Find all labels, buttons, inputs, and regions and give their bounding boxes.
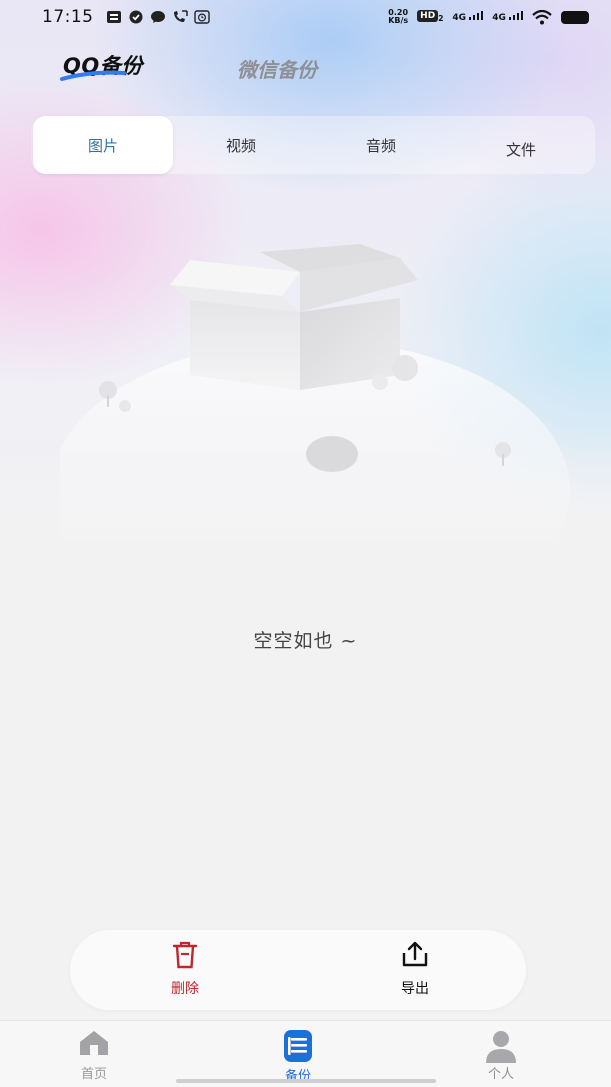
status-time: 17:15	[42, 7, 94, 27]
active-tab-underline	[60, 70, 126, 81]
empty-state-message: 空空如也 ~	[253, 630, 358, 652]
hd-badge: HD	[417, 10, 439, 23]
export-icon	[402, 941, 428, 967]
nav-home[interactable]: 首页	[54, 1029, 134, 1082]
status-bar: 17:15 0.20 KB/s HD 2 4G 4G	[0, 0, 611, 34]
backup-icon	[284, 1030, 312, 1062]
status-system-icons: 0.20 KB/s HD 2 4G 4G	[388, 9, 589, 25]
message-icon	[150, 11, 165, 23]
battery-icon	[561, 10, 589, 24]
tab-files-label: 文件	[505, 140, 536, 159]
tab-videos[interactable]: 视频	[191, 116, 291, 174]
tab-videos-label: 视频	[225, 136, 256, 155]
tab-audio[interactable]: 音频	[331, 116, 431, 174]
export-label: 导出	[401, 981, 429, 997]
tab-images-label: 图片	[87, 136, 118, 155]
status-notification-icons	[106, 10, 210, 24]
signal-icon	[469, 11, 484, 20]
nav-backup[interactable]: 备份	[258, 1029, 338, 1084]
tab-audio-label: 音频	[365, 136, 396, 155]
notification-icon	[106, 11, 121, 23]
hd-indicator: HD 2	[417, 10, 444, 23]
empty-box-illustration	[60, 244, 570, 540]
tab-files[interactable]: 文件	[471, 120, 571, 178]
wifi-icon	[532, 9, 552, 24]
category-tabs: 图片 视频 音频 文件	[31, 116, 595, 174]
bottom-navigation: 首页 备份 个人	[0, 1020, 611, 1087]
tab-images[interactable]: 图片	[33, 116, 173, 174]
home-indicator	[176, 1079, 436, 1083]
action-bar: 删除 导出	[70, 930, 526, 1010]
tab-wechat-backup[interactable]: 微信备份	[237, 54, 317, 83]
hd-sub: 2	[438, 13, 444, 23]
call-icon	[173, 10, 188, 22]
network-speed-unit: KB/s	[388, 16, 409, 25]
network-type-1: 4G	[452, 13, 467, 23]
source-tabs: QQ备份 微信备份	[0, 46, 611, 86]
nav-profile-label: 个人	[487, 1067, 514, 1082]
alarm-icon	[193, 10, 210, 24]
signal-icon	[509, 11, 523, 20]
delete-label: 删除	[171, 981, 199, 997]
network-indicator-2: 4G	[492, 11, 523, 23]
profile-icon	[486, 1031, 516, 1063]
trash-icon	[172, 941, 198, 969]
network-type-2: 4G	[492, 13, 506, 23]
nav-home-label: 首页	[80, 1067, 107, 1082]
check-icon	[129, 10, 142, 24]
nav-profile[interactable]: 个人	[461, 1029, 541, 1082]
home-icon	[80, 1031, 108, 1055]
network-indicator-1: 4G	[452, 11, 484, 23]
export-button[interactable]: 导出	[370, 940, 460, 1002]
network-speed: 0.20 KB/s	[388, 9, 408, 25]
delete-button[interactable]: 删除	[140, 940, 230, 1002]
